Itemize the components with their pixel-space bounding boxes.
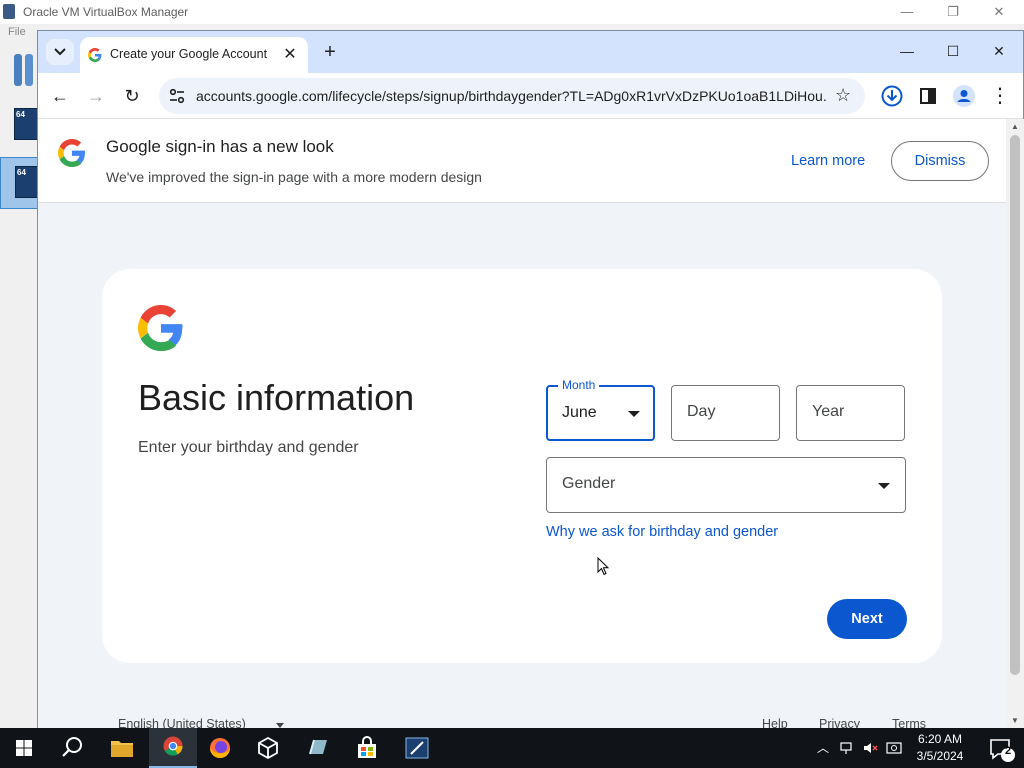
chevron-down-icon <box>54 48 66 56</box>
new-tab-button[interactable]: + <box>318 40 342 64</box>
profile-avatar-icon[interactable] <box>952 84 976 108</box>
vbox-minimize-button[interactable]: — <box>884 2 930 22</box>
vm-os-icon: 64 <box>14 108 38 140</box>
google-g-logo-icon <box>58 139 86 167</box>
day-input[interactable]: Day <box>671 385 780 441</box>
microsoft-store-icon[interactable] <box>343 728 391 768</box>
clock-date[interactable]: 3/5/2024 <box>912 749 968 763</box>
display-icon[interactable] <box>886 740 902 756</box>
google-favicon-icon <box>88 48 102 62</box>
scroll-down-icon[interactable]: ▼ <box>1010 716 1020 726</box>
tab-close-icon[interactable]: ✕ <box>280 45 300 65</box>
tab-title: Create your Google Account <box>110 47 268 61</box>
dropdown-caret-icon <box>878 483 890 489</box>
signin-banner: Google sign-in has a new look We've impr… <box>38 119 1006 203</box>
side-panel-icon[interactable] <box>916 84 940 108</box>
browser-toolbar: ← → ↻ accounts.google.com/lifecycle/step… <box>38 73 1023 119</box>
mouse-cursor-icon <box>597 557 610 576</box>
dismiss-button[interactable]: Dismiss <box>891 141 989 181</box>
url-text[interactable]: accounts.google.com/lifecycle/steps/sign… <box>196 88 826 104</box>
network-icon[interactable] <box>839 740 855 756</box>
vbox-menu-file[interactable]: File <box>8 26 26 38</box>
tab-search-button[interactable] <box>46 39 74 65</box>
day-placeholder: Day <box>687 403 716 420</box>
gender-select[interactable]: Gender <box>546 457 906 513</box>
month-value: June <box>562 404 597 421</box>
virtualbox-logo-icon <box>3 4 15 19</box>
learn-more-link[interactable]: Learn more <box>791 153 865 169</box>
next-button[interactable]: Next <box>827 599 907 639</box>
firefox-icon[interactable] <box>196 728 244 768</box>
vbox-tools-icon[interactable] <box>12 50 36 90</box>
search-icon[interactable] <box>48 728 96 768</box>
banner-subtitle: We've improved the sign-in page with a m… <box>106 169 482 185</box>
windows-start-icon[interactable] <box>0 728 48 768</box>
why-we-ask-link[interactable]: Why we ask for birthday and gender <box>546 524 778 540</box>
address-bar[interactable]: accounts.google.com/lifecycle/steps/sign… <box>159 78 865 114</box>
vbox-close-button[interactable]: ✕ <box>976 2 1022 22</box>
vm-os-icon: 64 <box>15 166 39 198</box>
minimize-button[interactable]: — <box>884 35 930 67</box>
forward-button[interactable]: → <box>82 82 110 110</box>
virtualbox-titlebar: Oracle VM VirtualBox Manager — ❐ ✕ <box>0 0 1024 24</box>
year-placeholder: Year <box>812 403 845 420</box>
bookmark-star-icon[interactable]: ☆ <box>835 86 853 104</box>
back-button[interactable]: ← <box>46 82 74 110</box>
signup-card: Basic information Enter your birthday an… <box>102 269 942 663</box>
page-title: Basic information <box>138 377 415 418</box>
chrome-taskbar-icon[interactable] <box>149 728 197 768</box>
windows-taskbar: ︿ 6:20 AM 3/5/2024 2 <box>0 728 1024 768</box>
tab-strip: Create your Google Account ✕ + — ☐ ✕ <box>38 31 1023 73</box>
page-content: Google sign-in has a new look We've impr… <box>38 119 1006 729</box>
page-subtitle: Enter your birthday and gender <box>138 439 359 456</box>
year-input[interactable]: Year <box>796 385 905 441</box>
vm-list-item-selected[interactable]: 64 <box>0 157 40 209</box>
maximize-button[interactable]: ☐ <box>930 35 976 67</box>
site-info-icon[interactable] <box>168 87 186 105</box>
notification-count: 2 <box>1004 745 1012 757</box>
show-hidden-icons-icon[interactable]: ︿ <box>815 740 831 756</box>
vbox-maximize-button[interactable]: ❐ <box>930 2 976 22</box>
download-icon[interactable] <box>880 84 904 108</box>
notifications-icon[interactable] <box>976 728 1024 768</box>
scroll-thumb[interactable] <box>1010 135 1020 675</box>
scroll-up-icon[interactable]: ▲ <box>1010 122 1020 132</box>
reload-button[interactable]: ↻ <box>118 82 146 110</box>
vm-taskbar-icon[interactable] <box>393 728 441 768</box>
clock-time[interactable]: 6:20 AM <box>912 732 968 746</box>
store-app-icon[interactable] <box>294 728 342 768</box>
virtualbox-title: Oracle VM VirtualBox Manager <box>23 5 189 19</box>
dropdown-caret-icon <box>628 411 640 417</box>
volume-muted-icon[interactable] <box>862 740 878 756</box>
google-logo-icon <box>138 305 183 351</box>
vm-list-item[interactable]: 64 <box>0 100 40 152</box>
tab-create-account[interactable]: Create your Google Account ✕ <box>80 37 308 73</box>
file-explorer-icon[interactable] <box>98 728 146 768</box>
page-scrollbar[interactable]: ▲ ▼ <box>1006 119 1024 729</box>
month-select[interactable]: Month June <box>546 378 655 441</box>
month-label: Month <box>558 378 600 392</box>
chrome-window: Create your Google Account ✕ + — ☐ ✕ ← →… <box>37 30 1024 729</box>
close-button[interactable]: ✕ <box>976 35 1022 67</box>
gender-placeholder: Gender <box>562 475 616 492</box>
virtualbox-taskbar-icon[interactable] <box>244 728 292 768</box>
banner-title: Google sign-in has a new look <box>106 137 334 156</box>
menu-kebab-icon[interactable]: ⋮ <box>986 82 1014 110</box>
